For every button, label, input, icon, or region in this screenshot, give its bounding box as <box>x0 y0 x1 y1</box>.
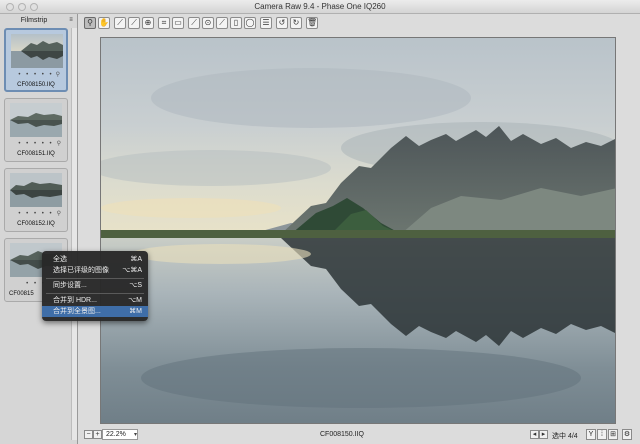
filmstrip-thumb-2[interactable]: • • • • • ⚲ CF008151.IIQ <box>4 98 68 162</box>
edited-flag-icon: ⚲ <box>56 141 61 147</box>
filmstrip-panel: Filmstrip ≡ • • • • • ⚲ CF008150.IIQ • •… <box>0 14 78 444</box>
image-preview[interactable] <box>100 37 616 424</box>
menu-item-shortcut: ⌥⌘A <box>122 267 142 274</box>
chevron-down-icon[interactable]: ▾ <box>134 431 137 438</box>
filmstrip-thumb-3[interactable]: • • • • • ⚲ CF008152.IIQ <box>4 168 68 232</box>
trash-icon[interactable]: 🗑 <box>306 17 318 29</box>
targeted-adjustment-icon[interactable]: ⊕ <box>142 17 154 29</box>
window-title: Camera Raw 9.4 - Phase One IQ260 <box>254 2 386 11</box>
title-bar: Camera Raw 9.4 - Phase One IQ260 <box>0 0 640 14</box>
view-mode-y-button[interactable]: Y <box>586 429 596 440</box>
menu-item-shortcut: ⌥S <box>129 282 142 289</box>
menu-item-label: 同步设置... <box>53 282 87 289</box>
graduated-filter-icon[interactable]: ▯ <box>230 17 242 29</box>
filmstrip-scrollbar[interactable] <box>71 28 77 440</box>
menu-item-select-all[interactable]: 全选 ⌘A <box>42 254 148 265</box>
white-balance-icon[interactable]: ⟋ <box>114 17 126 29</box>
thumbnail-image <box>10 103 62 137</box>
thumbnail-image <box>10 173 62 207</box>
color-sampler-icon[interactable]: ⟋ <box>128 17 140 29</box>
menu-item-label: 合并到 HDR... <box>53 297 97 304</box>
rotate-cw-icon[interactable]: ↻ <box>290 17 302 29</box>
menu-item-label: 合并到全景图... <box>53 308 101 315</box>
rotate-ccw-icon[interactable]: ↺ <box>276 17 288 29</box>
straighten-icon[interactable]: ▭ <box>172 17 184 29</box>
menu-item-select-rated[interactable]: 选择已评级的图像 ⌥⌘A <box>42 265 148 276</box>
menu-item-sync-settings[interactable]: 同步设置... ⌥S <box>42 280 148 291</box>
zoom-in-button[interactable]: + <box>93 430 102 439</box>
menu-item-merge-hdr[interactable]: 合并到 HDR... ⌥M <box>42 295 148 306</box>
menu-item-label: 选择已评级的图像 <box>53 267 109 274</box>
next-image-button[interactable]: ▸ <box>539 430 548 439</box>
filmstrip-title: Filmstrip <box>20 17 48 24</box>
zoom-tool-icon[interactable]: ⚲ <box>84 17 96 29</box>
menu-separator <box>46 278 144 279</box>
menu-item-label: 全选 <box>53 256 67 263</box>
preferences-list-icon[interactable]: ☰ <box>260 17 272 29</box>
current-filename: CF008150.IIQ <box>320 431 364 438</box>
menu-item-merge-panorama[interactable]: 合并到全景图... ⌘M <box>42 306 148 317</box>
zoom-level-field[interactable]: 22.2% <box>102 429 138 440</box>
thumb-filename: CF008151.IIQ <box>17 151 55 157</box>
tool-bar: ⚲ ✋ ⟋ ⟋ ⊕ ⌗ ▭ ⟋ ⊙ ⟋ ▯ ◯ ☰ ↺ ↻ 🗑 <box>80 15 640 33</box>
radial-filter-icon[interactable]: ◯ <box>244 17 256 29</box>
view-mode-grid-button[interactable]: ⊞ <box>608 429 618 440</box>
context-menu: 全选 ⌘A 选择已评级的图像 ⌥⌘A 同步设置... ⌥S 合并到 HDR...… <box>42 251 148 321</box>
zoom-out-button[interactable]: − <box>84 430 93 439</box>
menu-item-shortcut: ⌘A <box>130 256 142 263</box>
edited-flag-icon: ⚲ <box>55 72 60 78</box>
filmstrip-header: Filmstrip ≡ <box>0 16 78 26</box>
selection-count: 选中 4/4 <box>552 433 578 440</box>
settings-icon[interactable]: ⚙ <box>622 429 632 440</box>
panel-menu-icon[interactable]: ≡ <box>67 17 75 24</box>
edited-flag-icon: ⚲ <box>56 211 61 217</box>
thumbnail-image <box>11 34 63 68</box>
thumb-filename: CF008152.IIQ <box>17 221 55 227</box>
spot-removal-icon[interactable]: ⟋ <box>188 17 200 29</box>
menu-separator <box>46 293 144 294</box>
menu-item-shortcut: ⌘M <box>129 308 142 315</box>
menu-item-shortcut: ⌥M <box>128 297 142 304</box>
thumb-filename: CF008150.IIQ <box>17 82 55 88</box>
hand-tool-icon[interactable]: ✋ <box>98 17 110 29</box>
filmstrip-thumb-1[interactable]: • • • • • ⚲ CF008150.IIQ <box>4 28 68 92</box>
status-bar: − + 22.2% ▾ CF008150.IIQ ◂ ▸ 选中 4/4 Y ⁞ … <box>80 427 640 444</box>
previous-image-button[interactable]: ◂ <box>530 430 539 439</box>
adjustment-brush-icon[interactable]: ⟋ <box>216 17 228 29</box>
view-mode-split-button[interactable]: ⁞ <box>597 429 607 440</box>
red-eye-icon[interactable]: ⊙ <box>202 17 214 29</box>
crop-icon[interactable]: ⌗ <box>158 17 170 29</box>
